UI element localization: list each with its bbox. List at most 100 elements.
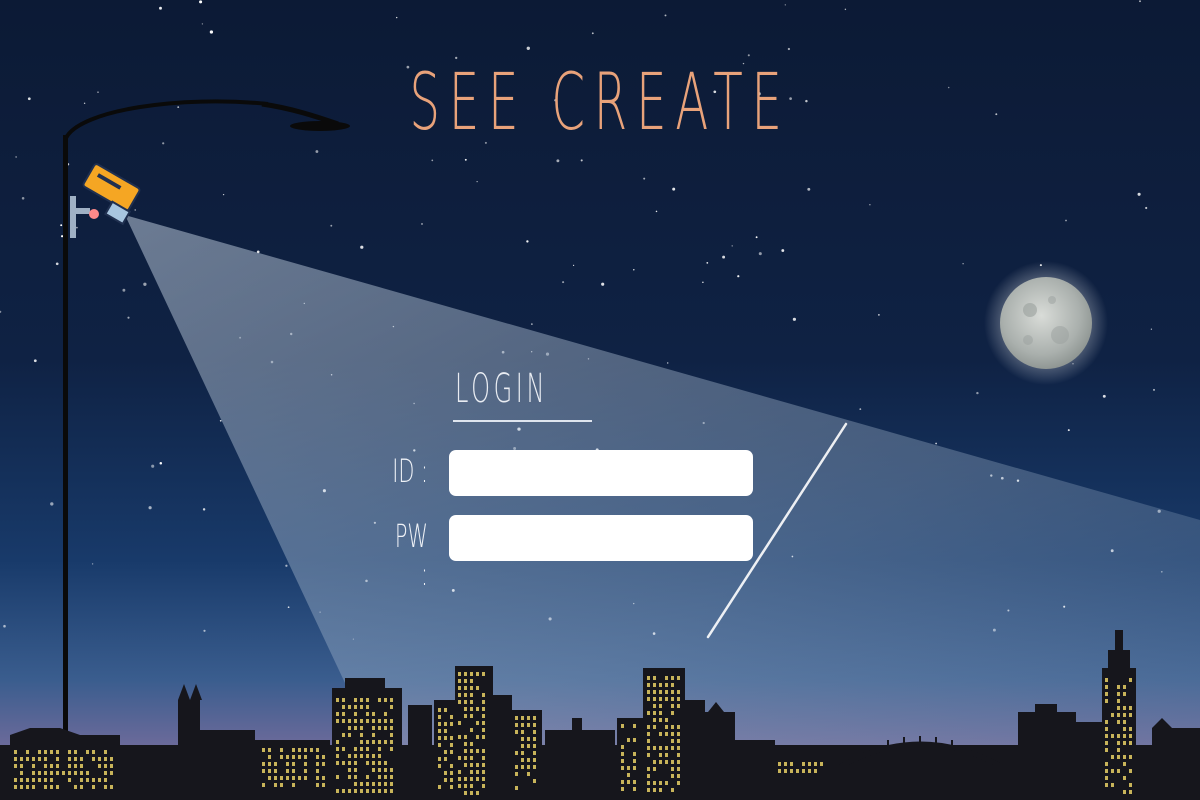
window-light <box>74 757 77 761</box>
window-light <box>372 754 375 758</box>
window-light <box>342 733 345 737</box>
star <box>531 323 533 325</box>
star <box>91 563 94 565</box>
window-light <box>527 744 530 748</box>
window-light <box>292 769 295 773</box>
window-light <box>384 726 387 730</box>
window-light <box>647 781 650 785</box>
window-light <box>647 711 650 715</box>
window-light <box>366 712 369 716</box>
window-light <box>310 748 313 752</box>
window-light <box>671 767 674 771</box>
star <box>148 506 152 510</box>
window-light <box>372 733 375 737</box>
window-light <box>262 748 265 752</box>
window-light <box>470 714 473 718</box>
star <box>396 16 398 19</box>
window-light <box>476 770 479 774</box>
window-light <box>476 707 479 711</box>
star <box>722 255 726 259</box>
window-light <box>533 723 536 727</box>
window-light <box>444 722 447 726</box>
window-light <box>1123 790 1126 794</box>
window-light <box>444 778 447 782</box>
window-light <box>482 749 485 753</box>
window-light <box>74 764 77 768</box>
window-light <box>68 764 71 768</box>
window-light <box>354 768 357 772</box>
window-light <box>360 789 363 793</box>
window-light <box>533 779 536 783</box>
window-light <box>464 672 467 676</box>
window-light <box>458 693 461 697</box>
window-light <box>1123 706 1126 710</box>
star <box>591 32 594 35</box>
window-light <box>1105 720 1108 724</box>
window-light <box>820 762 823 766</box>
window-light <box>378 768 381 772</box>
window-light <box>360 733 363 737</box>
window-light <box>390 775 393 779</box>
window-light <box>360 719 363 723</box>
window-light <box>814 762 817 766</box>
window-light <box>390 733 393 737</box>
window-light <box>20 785 23 789</box>
window-light <box>1129 734 1132 738</box>
window-light <box>450 785 453 789</box>
window-light <box>1105 776 1108 780</box>
window-light <box>476 672 479 676</box>
window-light <box>458 770 461 774</box>
window-light <box>1105 769 1108 773</box>
window-light <box>44 785 47 789</box>
window-light <box>1123 776 1126 780</box>
star <box>203 629 206 632</box>
window-light <box>677 774 680 778</box>
window-light <box>665 732 668 736</box>
star <box>476 181 478 183</box>
window-light <box>384 719 387 723</box>
window-light <box>92 778 95 782</box>
window-light <box>1117 713 1120 717</box>
star <box>706 261 709 264</box>
window-light <box>515 751 518 755</box>
window-light <box>790 769 793 773</box>
window-light <box>1105 727 1108 731</box>
window-light <box>784 769 787 773</box>
window-light <box>444 757 447 761</box>
window-light <box>354 789 357 793</box>
star <box>556 159 560 163</box>
login-heading-underline <box>453 420 592 422</box>
window-light <box>1117 755 1120 759</box>
star <box>633 269 635 271</box>
window-light <box>316 783 319 787</box>
window-light <box>438 722 441 726</box>
password-input[interactable] <box>449 515 753 561</box>
star <box>3 624 6 628</box>
window-light <box>627 780 630 784</box>
window-light <box>647 774 650 778</box>
id-label: ID : <box>392 452 428 490</box>
window-light <box>521 765 524 769</box>
window-light <box>1117 692 1120 696</box>
window-light <box>482 707 485 711</box>
id-input[interactable] <box>449 450 753 496</box>
window-light <box>438 715 441 719</box>
window-light <box>390 740 393 744</box>
window-light <box>1123 762 1126 766</box>
window-light <box>268 748 271 752</box>
star <box>572 264 575 267</box>
window-light <box>1105 734 1108 738</box>
window-light <box>354 719 357 723</box>
window-light <box>98 757 101 761</box>
window-light <box>533 758 536 762</box>
window-light <box>372 740 375 744</box>
window-light <box>74 785 77 789</box>
window-light <box>354 747 357 751</box>
window-light <box>482 693 485 697</box>
window-light <box>268 776 271 780</box>
star <box>50 502 54 506</box>
window-light <box>384 698 387 702</box>
star <box>755 236 758 239</box>
window-light <box>1111 713 1114 717</box>
window-light <box>292 783 295 787</box>
